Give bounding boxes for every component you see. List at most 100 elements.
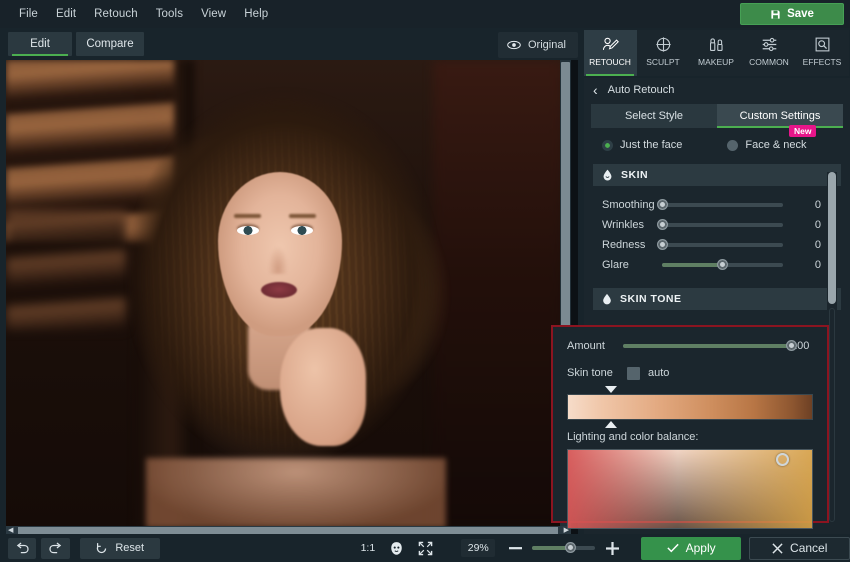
tab-custom-settings-label: Custom Settings [739, 110, 821, 122]
zoom-level-field[interactable]: 29% [461, 539, 496, 557]
skin-sliders: Smoothing 0 Wrinkles 0 Redness 0 Glare 0 [584, 195, 850, 275]
slider-value-wrinkles: 0 [814, 219, 821, 231]
skin-tone-gradient-strip[interactable] [567, 394, 813, 420]
check-icon [666, 543, 679, 553]
mode-toolbar: RETOUCH SCULPT MAKEUP COMMON EFFECTS [584, 30, 850, 76]
section-header-skin-tone-label: SKIN TONE [620, 293, 682, 305]
tab-compare-label: Compare [86, 38, 134, 50]
menu-item-retouch[interactable]: Retouch [85, 4, 147, 24]
photo-lips [261, 282, 297, 298]
zoom-slider-knob[interactable] [565, 542, 577, 553]
slider-knob-glare[interactable] [717, 259, 728, 270]
radio-face-and-neck-label[interactable]: Face & neck [745, 139, 806, 151]
auto-label[interactable]: auto [648, 367, 669, 379]
slider-row-glare: Glare 0 [602, 255, 850, 275]
magic-frame-icon [814, 35, 831, 54]
tab-compare[interactable]: Compare [76, 32, 144, 56]
menu-item-tools[interactable]: Tools [147, 4, 192, 24]
lighting-color-balance-picker[interactable] [567, 449, 813, 529]
panel-vertical-scroll-trough[interactable] [829, 308, 835, 522]
save-button[interactable]: Save [740, 3, 844, 25]
amount-row: Amount 100 [567, 337, 813, 355]
section-header-skin[interactable]: SKIN [593, 164, 841, 186]
slider-track-redness[interactable] [657, 239, 783, 250]
toolbar-item-effects[interactable]: EFFECTS [796, 30, 849, 76]
view-tabs: Edit Compare [8, 32, 144, 56]
auto-checkbox[interactable] [627, 366, 640, 380]
slider-fill-glare [662, 263, 722, 267]
slider-track-wrinkles[interactable] [657, 219, 783, 230]
photo-nose [268, 246, 288, 274]
apply-label: Apply [685, 541, 716, 555]
tab-edit[interactable]: Edit [8, 32, 72, 56]
panel-title: Auto Retouch [607, 84, 675, 96]
skin-tone-gradient-control[interactable] [567, 386, 813, 428]
toolbar-item-makeup[interactable]: MAKEUP [690, 30, 743, 76]
apply-button[interactable]: Apply [640, 536, 742, 560]
target-circle-icon [655, 35, 672, 54]
slider-knob-redness[interactable] [657, 239, 668, 250]
refresh-circle-icon [95, 542, 108, 555]
bottom-toolbar: Reset 1:1 29% Apply Cancel [0, 534, 850, 562]
tone-marker-top[interactable] [605, 386, 617, 393]
photo-eyebrow-right [289, 214, 316, 218]
face-fit-icon [389, 541, 404, 556]
toolbar-item-common[interactable]: COMMON [743, 30, 796, 76]
tab-select-style[interactable]: Select Style [591, 104, 717, 128]
radio-just-the-face[interactable] [602, 139, 613, 151]
radio-just-the-face-label[interactable]: Just the face [620, 139, 682, 151]
slider-knob-wrinkles[interactable] [657, 219, 668, 230]
amount-label: Amount [567, 340, 605, 352]
chevron-left-icon[interactable]: ‹ [593, 83, 598, 97]
reset-button[interactable]: Reset [79, 537, 160, 559]
toolbar-item-sculpt[interactable]: SCULPT [637, 30, 690, 76]
original-preview-button[interactable]: Original [498, 32, 578, 58]
image-canvas[interactable] [6, 60, 578, 534]
zoom-one-to-one-button[interactable]: 1:1 [361, 542, 376, 554]
menu-item-edit[interactable]: Edit [47, 4, 85, 24]
new-badge: New [789, 125, 817, 137]
tab-custom-settings[interactable]: Custom Settings [717, 104, 843, 128]
reset-label: Reset [115, 542, 145, 554]
amount-slider-fill [622, 344, 791, 348]
redo-button[interactable] [41, 537, 70, 559]
slider-track-smoothing[interactable] [657, 199, 783, 210]
menu-item-help[interactable]: Help [235, 4, 277, 24]
slider-label-smoothing: Smoothing [602, 199, 655, 211]
zoom-slider-track[interactable] [532, 542, 595, 553]
fit-to-screen-button[interactable] [418, 541, 433, 556]
section-header-skin-tone[interactable]: SKIN TONE [593, 288, 841, 310]
slider-knob-smoothing[interactable] [657, 199, 668, 210]
photo-editor-window: File Edit Retouch Tools View Help Save E… [0, 0, 850, 562]
lipstick-icon [708, 35, 725, 54]
color-picker-handle[interactable] [776, 453, 789, 466]
radio-face-and-neck[interactable] [727, 139, 739, 151]
skin-tone-row: Skin tone auto [567, 364, 813, 382]
toolbar-item-sculpt-label: SCULPT [646, 57, 680, 67]
photo-eyebrow-left [234, 214, 261, 218]
tone-marker-bottom[interactable] [605, 421, 617, 428]
slider-row-redness: Redness 0 [602, 235, 850, 255]
cancel-label: Cancel [790, 541, 828, 555]
x-icon [772, 542, 783, 554]
fit-face-button[interactable] [389, 541, 404, 556]
undo-arrow-icon [15, 542, 30, 554]
slider-track-glare[interactable] [662, 259, 783, 270]
toolbar-item-makeup-label: MAKEUP [698, 57, 734, 67]
zoom-out-button[interactable] [509, 546, 523, 550]
toolbar-item-retouch[interactable]: RETOUCH [584, 30, 637, 76]
floppy-disk-icon [770, 9, 781, 20]
zoom-in-button[interactable] [605, 541, 619, 555]
photo-eye-right [291, 226, 313, 235]
slider-label-wrinkles: Wrinkles [602, 219, 644, 231]
undo-button[interactable] [8, 537, 37, 559]
redo-arrow-icon [48, 542, 63, 554]
panel-vertical-scroll-thumb[interactable] [828, 172, 836, 304]
menu-item-file[interactable]: File [10, 4, 47, 24]
cancel-button[interactable]: Cancel [749, 536, 850, 560]
menu-item-view[interactable]: View [192, 4, 235, 24]
amount-slider-track[interactable] [622, 340, 797, 351]
slider-row-wrinkles: Wrinkles 0 [602, 215, 850, 235]
amount-slider-knob[interactable] [785, 340, 797, 351]
plus-icon [605, 541, 619, 555]
